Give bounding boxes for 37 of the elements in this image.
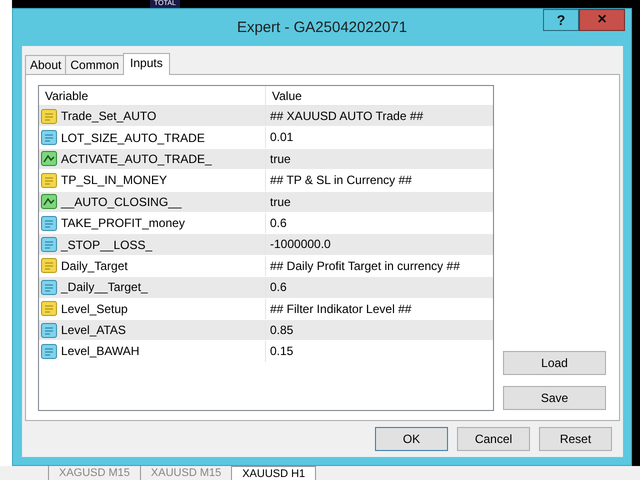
variable-value[interactable]: 0.01 bbox=[266, 127, 493, 148]
dialog-button[interactable]: OK bbox=[375, 427, 448, 451]
variable-value[interactable]: 0.15 bbox=[266, 341, 493, 362]
variable-value[interactable]: 0.6 bbox=[266, 212, 493, 234]
dialog-button[interactable]: Reset bbox=[539, 427, 612, 451]
variable-name: _STOP__LOSS_ bbox=[61, 236, 152, 254]
variable-name: TP_SL_IN_MONEY bbox=[61, 172, 168, 190]
file-button[interactable]: Load bbox=[503, 351, 606, 375]
variable-value[interactable]: ## XAUUSD AUTO Trade ## bbox=[266, 106, 493, 126]
variable-value[interactable]: ## Filter Indikator Level ## bbox=[266, 298, 493, 319]
tab[interactable]: Inputs bbox=[123, 53, 170, 75]
variable-name: ACTIVATE_AUTO_TRADE_ bbox=[61, 150, 212, 168]
variable-value[interactable]: true bbox=[266, 148, 493, 170]
window-title: Expert - GA25042022071 bbox=[236, 18, 408, 38]
variable-value[interactable]: 0.85 bbox=[266, 320, 493, 340]
column-header: Value bbox=[271, 88, 303, 105]
variable-name: Level_Setup bbox=[61, 300, 128, 318]
variable-name: Level_BAWAH bbox=[61, 343, 140, 360]
variable-name: TAKE_PROFIT_money bbox=[61, 215, 185, 232]
close-button[interactable]: × bbox=[579, 9, 625, 31]
file-button[interactable]: Save bbox=[503, 386, 606, 410]
variable-value[interactable]: ## TP & SL in Currency ## bbox=[266, 170, 493, 191]
variable-value[interactable]: ## Daily Profit Target in currency ## bbox=[266, 256, 493, 276]
variable-name: __AUTO_CLOSING__ bbox=[61, 194, 182, 211]
variable-value[interactable]: -1000000.0 bbox=[266, 234, 493, 255]
variable-name: LOT_SIZE_AUTO_TRADE bbox=[61, 130, 205, 147]
tab[interactable]: About bbox=[25, 55, 66, 74]
variable-name: Daily_Target bbox=[61, 258, 128, 275]
dialog-button[interactable]: Cancel bbox=[457, 427, 530, 451]
variable-name: Level_ATAS bbox=[61, 322, 126, 340]
column-header: Variable bbox=[39, 86, 266, 105]
variable-name: _Daily__Target_ bbox=[61, 279, 148, 296]
variable-name: Trade_Set_AUTO bbox=[61, 108, 156, 126]
variable-value[interactable]: true bbox=[266, 192, 493, 212]
chart-tab[interactable]: XAUUSD H1 bbox=[231, 466, 316, 480]
variable-value[interactable]: 0.6 bbox=[266, 277, 493, 298]
help-button[interactable]: ? bbox=[543, 9, 579, 31]
